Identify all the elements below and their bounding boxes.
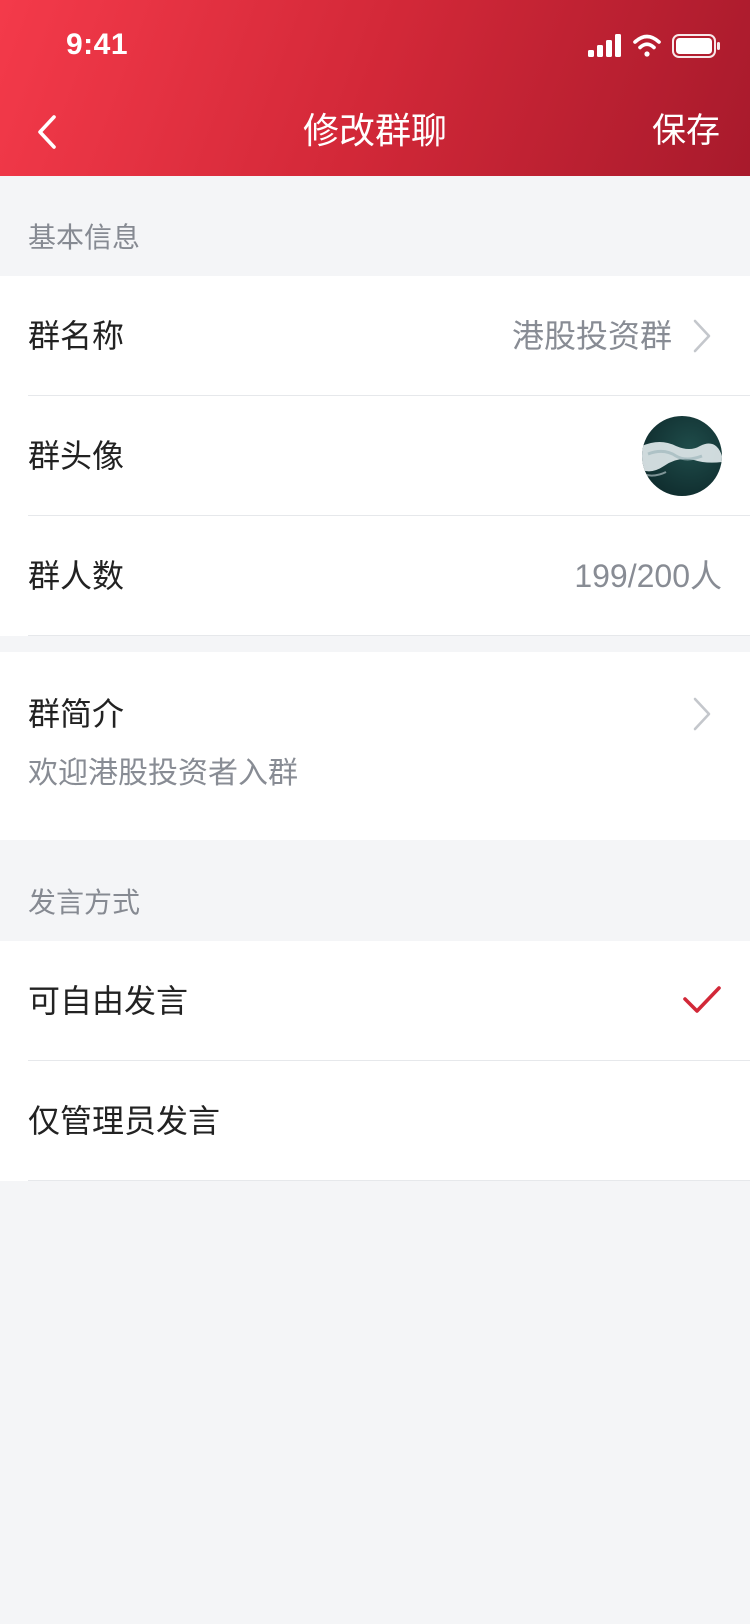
group-avatar-image[interactable] bbox=[642, 416, 722, 496]
divider bbox=[28, 1180, 750, 1181]
header-bar: 9:41 修改群聊 保存 bbox=[0, 0, 750, 176]
basic-info-card: 群名称 港股投资群 群头像 群人数 199/200人 bbox=[0, 276, 750, 636]
page-title: 修改群聊 bbox=[302, 110, 447, 151]
member-count-label: 群人数 bbox=[28, 558, 125, 594]
group-intro-row[interactable]: 群简介 欢迎港股投资者入群 bbox=[0, 652, 750, 840]
speak-option-label: 可自由发言 bbox=[28, 983, 189, 1019]
cellular-signal-icon bbox=[588, 34, 621, 57]
status-icons bbox=[588, 33, 722, 59]
member-count-value: 199/200人 bbox=[574, 558, 722, 594]
chevron-right-icon bbox=[693, 697, 711, 731]
speak-option-admin-only[interactable]: 仅管理员发言 bbox=[0, 1061, 750, 1181]
speak-option-label: 仅管理员发言 bbox=[28, 1103, 221, 1139]
group-intro-label: 群简介 bbox=[28, 696, 125, 732]
speak-mode-card: 可自由发言 仅管理员发言 bbox=[0, 941, 750, 1181]
group-name-label: 群名称 bbox=[28, 318, 125, 354]
group-intro-value: 欢迎港股投资者入群 bbox=[28, 757, 298, 790]
checkmark-icon bbox=[683, 986, 721, 1013]
group-name-row[interactable]: 群名称 港股投资群 bbox=[0, 276, 750, 396]
group-name-value: 港股投资群 bbox=[511, 318, 672, 354]
chevron-right-icon bbox=[693, 319, 711, 353]
member-count-row: 群人数 199/200人 bbox=[0, 516, 750, 636]
save-button[interactable]: 保存 bbox=[652, 107, 720, 155]
group-avatar-row[interactable]: 群头像 bbox=[0, 396, 750, 516]
wifi-icon bbox=[633, 34, 661, 57]
group-avatar-label: 群头像 bbox=[28, 438, 125, 474]
section-label-basic-info: 基本信息 bbox=[28, 222, 141, 253]
speak-option-free[interactable]: 可自由发言 bbox=[0, 941, 750, 1061]
divider bbox=[28, 635, 750, 636]
section-label-speak-mode: 发言方式 bbox=[28, 887, 141, 918]
battery-icon bbox=[672, 34, 720, 58]
status-time: 9:41 bbox=[66, 28, 129, 61]
